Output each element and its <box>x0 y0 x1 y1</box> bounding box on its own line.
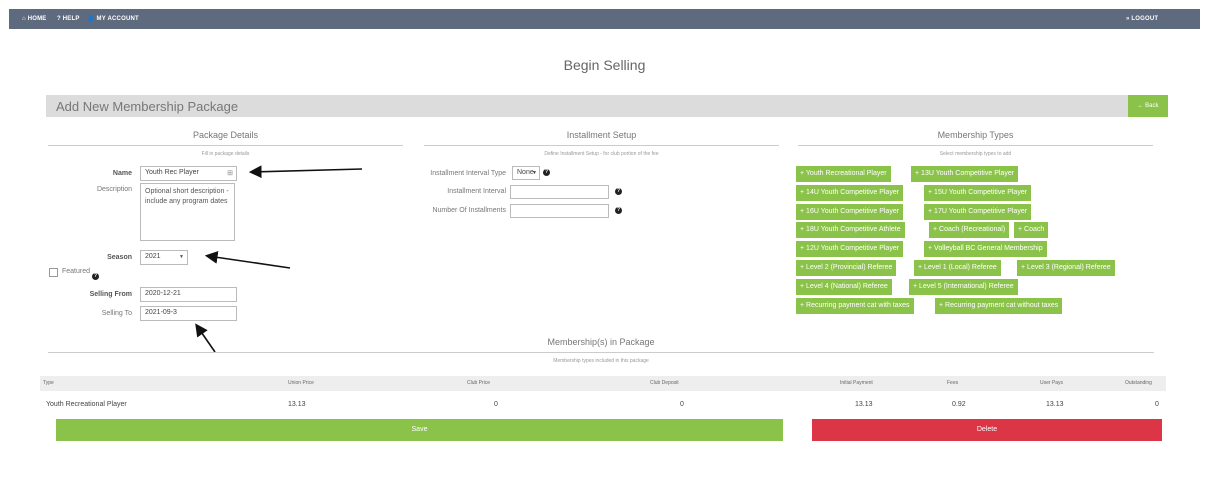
membership-types-title: Membership Types <box>937 130 1014 140</box>
featured-label: Featured <box>62 268 91 275</box>
description-label: Description <box>96 186 132 193</box>
membership-type-tag[interactable]: + Recurring payment cat with taxes <box>796 298 914 314</box>
interval-type-select[interactable]: None ▼ <box>512 166 540 180</box>
membership-type-tag[interactable]: + Recurring payment cat without taxes <box>935 298 1063 314</box>
selling-from-label: Selling From <box>89 291 132 298</box>
club-deposit-input[interactable] <box>604 397 690 411</box>
membership-type-tag[interactable]: + 16U Youth Competitive Player <box>796 204 904 220</box>
interval-input[interactable] <box>510 185 609 199</box>
back-button[interactable]: ← Back <box>1128 95 1168 117</box>
membership-type-tag[interactable]: + 12U Youth Competitive Player <box>796 241 904 257</box>
nav-help-link[interactable]: ? HELP <box>57 9 80 29</box>
installments-count-input[interactable] <box>510 204 609 218</box>
membership-type-tag[interactable]: + Youth Recreational Player <box>796 166 891 182</box>
interval-label: Installment Interval <box>447 188 506 195</box>
divider <box>48 145 403 146</box>
membership-type-tag[interactable]: + Coach (Recreational) <box>929 222 1010 238</box>
membership-type-tag[interactable]: + Level 4 (National) Referee <box>796 279 892 295</box>
col-union-price: Union Price <box>288 380 314 386</box>
membership-type-tag[interactable]: + 15U Youth Competitive Player <box>924 185 1032 201</box>
installment-setup-title: Installment Setup <box>566 130 637 140</box>
season-value: 2021 <box>145 253 161 260</box>
col-type: Type <box>43 380 54 386</box>
package-details-subtitle: Fill in package details <box>201 151 250 157</box>
package-details-title: Package Details <box>192 130 259 140</box>
selling-to-input[interactable]: 2021-09-3 <box>140 306 237 321</box>
cell-union-price: 13.13 <box>288 401 306 408</box>
page-title: Begin Selling <box>563 57 646 73</box>
chevron-down-icon: ▼ <box>179 254 184 260</box>
membership-type-tag[interactable]: + Volleyball BC General Membership <box>924 241 1047 257</box>
divider <box>48 352 1154 353</box>
selling-to-label: Selling To <box>101 310 132 317</box>
in-package-title: Membership(s) in Package <box>547 337 655 347</box>
cell-club-price: 0 <box>494 401 498 408</box>
membership-type-tag[interactable]: + 14U Youth Competitive Player <box>796 185 904 201</box>
description-textarea[interactable]: Optional short description - include any… <box>140 183 235 241</box>
col-fees: Fees <box>947 380 959 386</box>
installments-count-label: Number Of Installments <box>432 207 506 214</box>
col-club-deposit: Club Deposit <box>650 380 679 386</box>
delete-button[interactable]: Delete <box>812 419 1162 441</box>
in-package-subtitle: Membership types included in this packag… <box>553 358 649 364</box>
col-initial-payment: Initial Payment <box>840 380 873 386</box>
arrow-to-name <box>248 165 363 179</box>
nav-logout-link[interactable]: » LOGOUT <box>1126 9 1158 29</box>
installment-setup-subtitle: Define Installment Setup - for club port… <box>544 151 659 157</box>
season-label: Season <box>107 254 132 261</box>
selling-from-input[interactable]: 2020-12-21 <box>140 287 237 302</box>
cell-outstanding: 0 <box>1155 401 1159 408</box>
selling-to-value: 2021-09-3 <box>145 309 177 316</box>
name-value: Youth Rec Player <box>145 169 199 176</box>
save-button[interactable]: Save <box>56 419 783 441</box>
divider <box>424 145 779 146</box>
col-user-pays: User Pays <box>1040 380 1064 386</box>
membership-type-tag[interactable]: + 13U Youth Competitive Player <box>911 166 1019 182</box>
help-icon[interactable]: ? <box>615 207 622 214</box>
membership-type-tag[interactable]: + Coach <box>1014 222 1049 238</box>
arrow-to-season <box>204 251 291 269</box>
cell-club-deposit: 0 <box>680 401 684 408</box>
description-placeholder: Optional short description - include any… <box>145 188 229 205</box>
nav-my-account-link[interactable]: 👤 MY ACCOUNT <box>87 9 139 29</box>
interval-type-label: Installment Interval Type <box>430 170 506 177</box>
help-icon[interactable]: ? <box>543 169 550 176</box>
cell-user-pays: 13.13 <box>1046 401 1064 408</box>
season-select[interactable]: 2021 ▼ <box>140 250 188 265</box>
chevron-down-icon: ▼ <box>532 170 537 176</box>
clear-icon[interactable]: ⊞ <box>227 169 233 177</box>
top-nav-bar: ⌂ HOME ? HELP 👤 MY ACCOUNT » LOGOUT <box>9 9 1200 29</box>
table-header: Type Union Price Club Price Club Deposit… <box>40 376 1166 391</box>
section-header-bar: Add New Membership Package <box>46 95 1168 117</box>
membership-type-tag[interactable]: + 18U Youth Competitive Athlete <box>796 222 905 238</box>
membership-type-tag[interactable]: + 17U Youth Competitive Player <box>924 204 1032 220</box>
membership-types-subtitle: Select membership types to add <box>939 151 1012 157</box>
cell-initial-payment: 13.13 <box>855 401 873 408</box>
membership-type-tag[interactable]: + Level 2 (Provincial) Referee <box>796 260 897 276</box>
name-input[interactable]: Youth Rec Player ⊞ <box>140 166 237 181</box>
cell-type: Youth Recreational Player <box>46 401 127 408</box>
membership-type-tag[interactable]: + Level 1 (Local) Referee <box>914 260 1001 276</box>
col-club-price: Club Price <box>467 380 491 386</box>
name-label: Name <box>112 170 132 177</box>
cell-fees: 0.92 <box>952 401 966 408</box>
featured-checkbox[interactable] <box>49 268 58 277</box>
club-price-input[interactable] <box>418 397 504 411</box>
divider <box>798 145 1153 146</box>
membership-type-tag[interactable]: + Level 5 (International) Referee <box>909 279 1018 295</box>
help-icon[interactable]: ? <box>92 273 99 280</box>
col-outstanding: Outstanding <box>1125 380 1152 386</box>
nav-home-link[interactable]: ⌂ HOME <box>22 9 47 29</box>
selling-from-value: 2020-12-21 <box>145 290 181 297</box>
section-header-title: Add New Membership Package <box>56 99 239 114</box>
membership-type-tag[interactable]: + Level 3 (Regional) Referee <box>1017 260 1115 276</box>
help-icon[interactable]: ? <box>615 188 622 195</box>
